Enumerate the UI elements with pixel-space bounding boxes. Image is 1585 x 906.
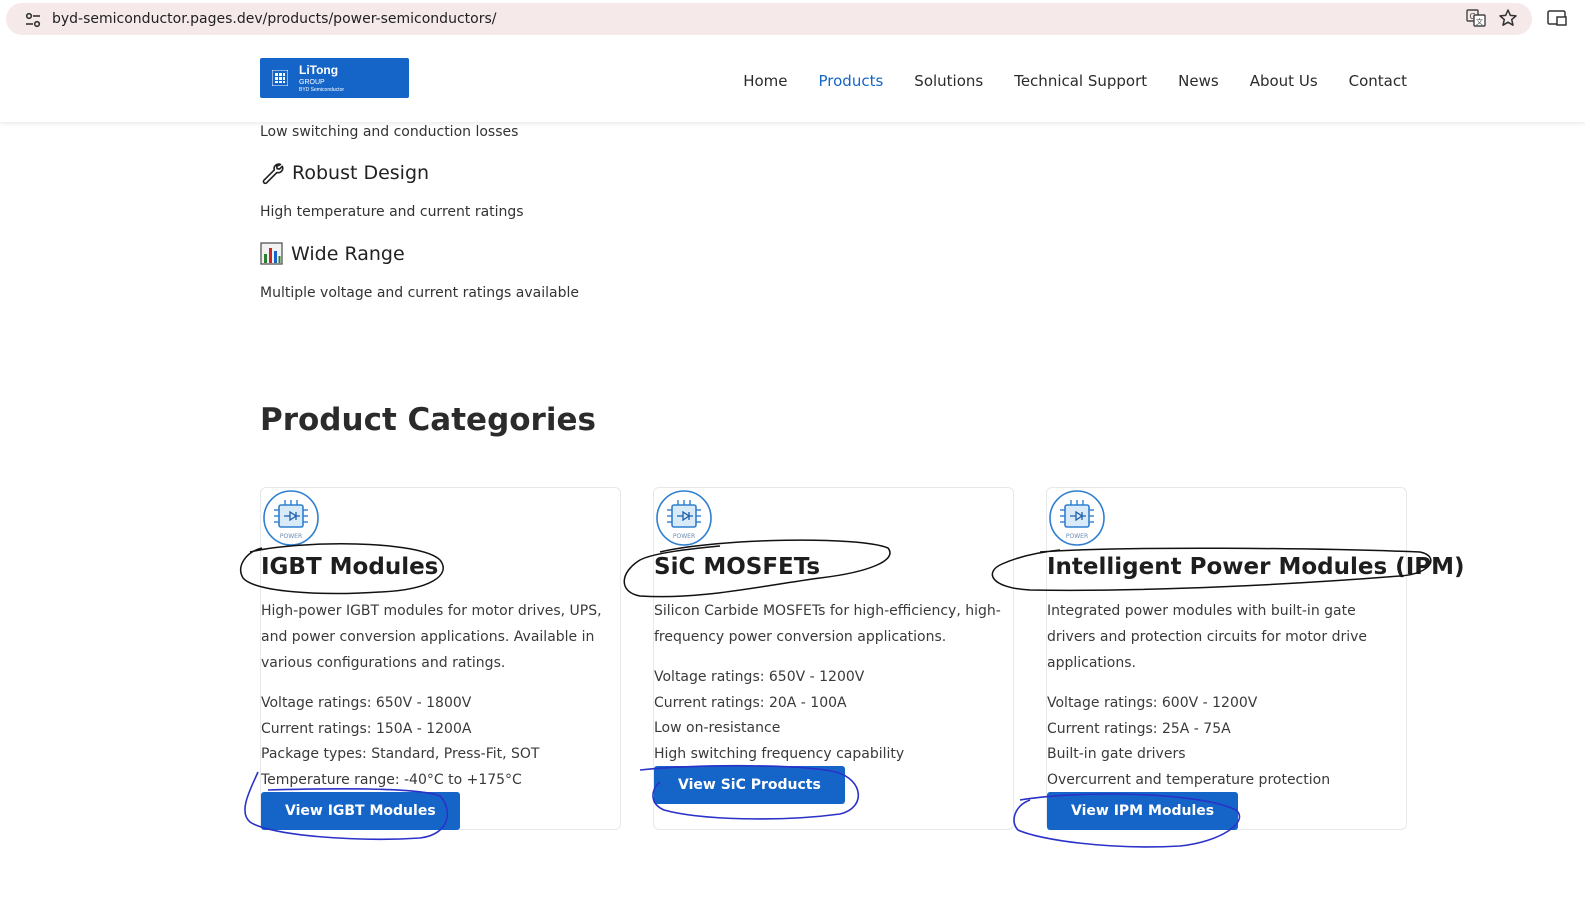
nav-technical-support[interactable]: Technical Support bbox=[1014, 72, 1147, 90]
bar-chart-icon bbox=[260, 242, 283, 265]
browser-toolbar: byd-semiconductor.pages.dev/products/pow… bbox=[0, 0, 1585, 42]
wrench-icon bbox=[262, 163, 284, 185]
product-card-igbt: POWER IGBT Modules High-power IGBT modul… bbox=[260, 487, 621, 830]
nav-products[interactable]: Products bbox=[819, 72, 884, 90]
spec-item: Current ratings: 25A - 75A bbox=[1047, 720, 1231, 737]
svg-text:POWER: POWER bbox=[280, 533, 302, 540]
card-description: Integrated power modules with built-in g… bbox=[1047, 603, 1368, 671]
feature-desc-efficiency: Low switching and conduction losses bbox=[260, 124, 519, 140]
feature-desc-robust-design: High temperature and current ratings bbox=[260, 204, 524, 220]
spec-item: Low on-resistance bbox=[654, 720, 781, 736]
translate-icon[interactable]: G 文 bbox=[1466, 8, 1486, 28]
logo-title: LiTong bbox=[299, 63, 339, 77]
spec-list: Voltage ratings: 650V - 1200V Current ra… bbox=[654, 665, 904, 767]
spec-item: Package types: Standard, Press-Fit, SOT bbox=[261, 746, 540, 762]
view-ipm-modules-button[interactable]: View IPM Modules bbox=[1047, 792, 1239, 830]
spec-item: Overcurrent and temperature protection bbox=[1047, 771, 1331, 788]
card-title: Intelligent Power Modules (IPM) bbox=[1047, 554, 1465, 580]
logo-subtitle: GROUP bbox=[299, 79, 325, 86]
feature-title-text: Wide Range bbox=[291, 242, 405, 265]
nav-contact[interactable]: Contact bbox=[1349, 72, 1407, 90]
spec-item: Current ratings: 20A - 100A bbox=[654, 694, 847, 711]
card-description: High-power IGBT modules for motor drives… bbox=[261, 603, 602, 671]
section-title-product-categories: Product Categories bbox=[260, 402, 596, 438]
svg-text:文: 文 bbox=[1476, 17, 1483, 26]
cast-icon[interactable] bbox=[1546, 8, 1568, 28]
spec-item: Temperature range: -40°C to +175°C bbox=[261, 771, 522, 788]
logo-grid-icon bbox=[272, 70, 288, 86]
spec-item: Voltage ratings: 650V - 1200V bbox=[654, 669, 865, 685]
url-text[interactable]: byd-semiconductor.pages.dev/products/pow… bbox=[52, 11, 496, 27]
address-bar[interactable]: byd-semiconductor.pages.dev/products/pow… bbox=[6, 3, 1532, 35]
nav-news[interactable]: News bbox=[1178, 72, 1219, 90]
view-sic-products-button[interactable]: View SiC Products bbox=[654, 766, 845, 804]
spec-item: Built-in gate drivers bbox=[1047, 746, 1186, 762]
card-description: Silicon Carbide MOSFETs for high-efficie… bbox=[654, 603, 1001, 645]
product-card-sic: POWER SiC MOSFETs Silicon Carbide MOSFET… bbox=[653, 487, 1014, 830]
nav-solutions[interactable]: Solutions bbox=[914, 72, 983, 90]
spec-item: High switching frequency capability bbox=[654, 745, 905, 762]
card-title: SiC MOSFETs bbox=[654, 554, 821, 580]
svg-text:POWER: POWER bbox=[673, 533, 695, 540]
svg-text:POWER: POWER bbox=[1066, 533, 1088, 540]
power-chip-icon: POWER bbox=[263, 490, 319, 546]
power-chip-icon: POWER bbox=[1049, 490, 1105, 546]
spec-item: Voltage ratings: 600V - 1200V bbox=[1047, 695, 1258, 711]
power-chip-icon: POWER bbox=[656, 490, 712, 546]
nav-about-us[interactable]: About Us bbox=[1250, 72, 1318, 90]
bookmark-star-icon[interactable] bbox=[1498, 8, 1518, 28]
view-igbt-modules-button[interactable]: View IGBT Modules bbox=[261, 792, 460, 830]
main-nav: Home Products Solutions Technical Suppor… bbox=[743, 72, 1407, 90]
spec-item: Voltage ratings: 650V - 1800V bbox=[261, 695, 472, 711]
feature-title-wide-range: Wide Range bbox=[260, 242, 405, 265]
site-settings-icon[interactable] bbox=[24, 12, 42, 28]
feature-desc-wide-range: Multiple voltage and current ratings ava… bbox=[260, 285, 579, 301]
litong-logo[interactable]: LiTong GROUP BYD Semiconductor bbox=[260, 58, 409, 98]
feature-title-text: Robust Design bbox=[292, 162, 430, 184]
feature-title-robust-design: Robust Design bbox=[260, 161, 429, 185]
nav-home[interactable]: Home bbox=[743, 72, 787, 90]
spec-list: Voltage ratings: 650V - 1800V Current ra… bbox=[261, 691, 539, 793]
product-card-ipm: POWER Intelligent Power Modules (IPM) In… bbox=[1046, 487, 1465, 830]
spec-item: Current ratings: 150A - 1200A bbox=[261, 720, 472, 737]
spec-list: Voltage ratings: 600V - 1200V Current ra… bbox=[1047, 691, 1330, 793]
logo-tagline: BYD Semiconductor bbox=[299, 87, 345, 93]
card-title: IGBT Modules bbox=[261, 554, 439, 580]
site-header: LiTong GROUP BYD Semiconductor Home Prod… bbox=[0, 42, 1585, 122]
